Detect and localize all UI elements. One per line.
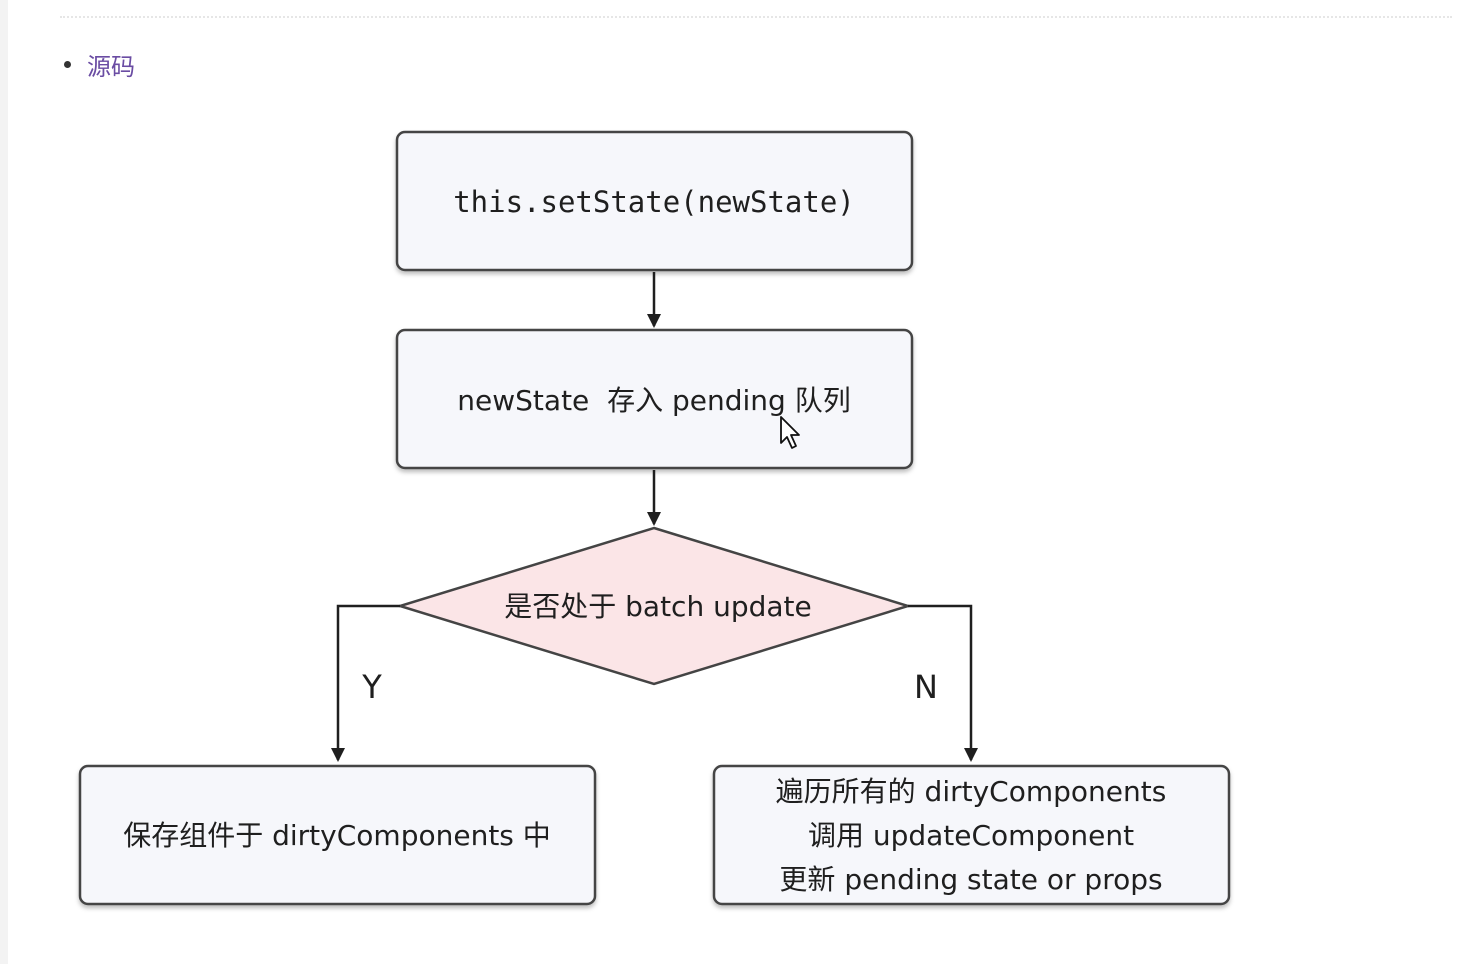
traverse-line-2: 调用 updateComponent xyxy=(808,819,1134,852)
batch-update-decision-label: 是否处于 batch update xyxy=(504,590,812,623)
yes-branch-label: Y xyxy=(361,668,382,706)
setstate-node-label: this.setState(newState) xyxy=(453,185,855,219)
batch-update-decision-node: 是否处于 batch update xyxy=(395,526,913,686)
pending-queue-node-label: newState 存入 pending 队列 xyxy=(457,384,850,417)
setstate-node: this.setState(newState) xyxy=(395,130,914,272)
save-dirty-components-node: 保存组件于 dirtyComponents 中 xyxy=(78,764,597,906)
traverse-dirty-components-node: 遍历所有的 dirtyComponents 调用 updateComponent… xyxy=(712,764,1231,906)
flowchart: this.setState(newState) newState 存入 pend… xyxy=(78,130,1231,906)
save-dirty-components-label: 保存组件于 dirtyComponents 中 xyxy=(123,819,551,852)
no-branch-label: N xyxy=(914,668,938,706)
pending-queue-node: newState 存入 pending 队列 xyxy=(395,328,914,470)
traverse-line-1: 遍历所有的 dirtyComponents xyxy=(776,775,1167,808)
traverse-line-3: 更新 pending state or props xyxy=(779,863,1162,896)
